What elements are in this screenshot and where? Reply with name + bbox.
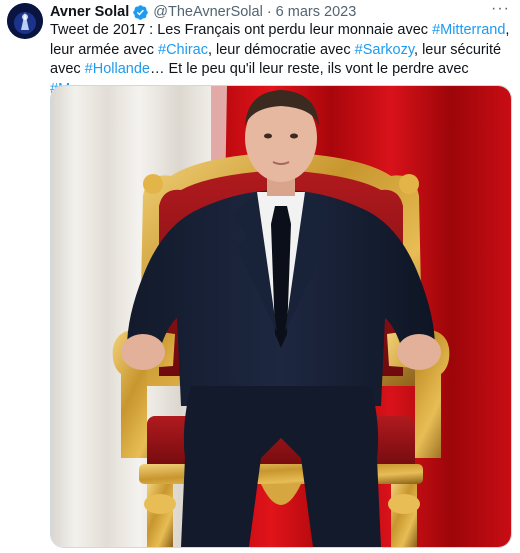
hashtag-link[interactable]: #Hollande [85, 61, 150, 77]
tweet-text-segment: , leur démocratie avec [207, 41, 355, 58]
tweet-text-segment: … Et le peu qu'il leur reste, ils vont l… [149, 61, 469, 77]
tweet-text-segment: Tweet de 2017 : Les Français ont perdu l… [50, 22, 433, 38]
author-handle[interactable]: @TheAvnerSolal [153, 4, 263, 20]
more-options-icon[interactable]: ··· [491, 0, 510, 18]
hashtag-link[interactable]: #Chirac [158, 42, 208, 58]
tweet-date[interactable]: 6 mars 2023 [276, 4, 357, 20]
tweet-photo[interactable] [50, 85, 512, 548]
verified-badge-icon [132, 4, 149, 21]
photo-illustration [51, 86, 511, 547]
header-separator: · [266, 4, 272, 20]
avatar[interactable] [7, 3, 43, 39]
hashtag-link[interactable]: #Mitterrand [432, 22, 505, 38]
author-name[interactable]: Avner Solal [50, 4, 129, 20]
hashtag-link[interactable]: #Sarkozy [355, 42, 414, 58]
tweet-header: Avner Solal @TheAvnerSolal · 6 mars 2023… [50, 0, 512, 21]
tweet[interactable]: Avner Solal @TheAvnerSolal · 6 mars 2023… [0, 0, 520, 553]
